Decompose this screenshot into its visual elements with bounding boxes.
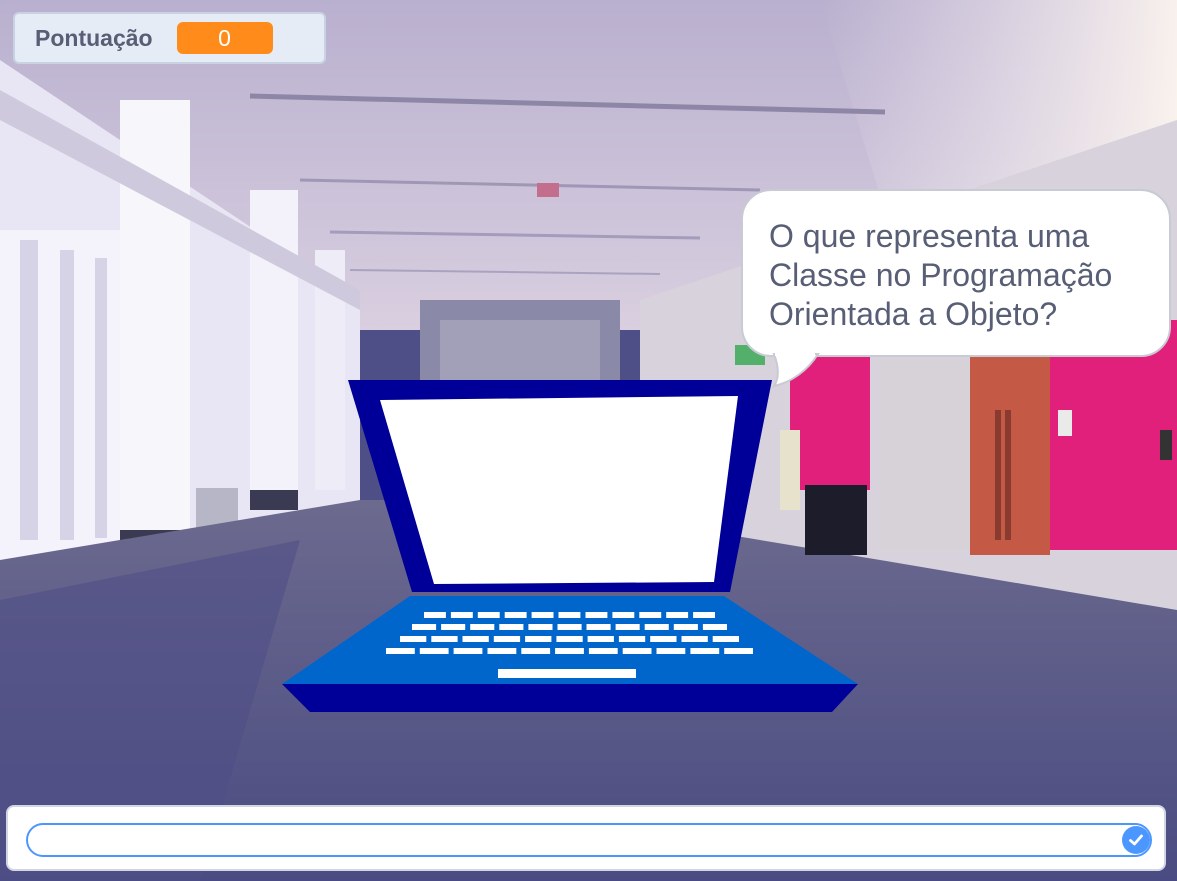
keyboard-key — [587, 636, 614, 642]
keyboard-key — [693, 612, 715, 618]
keyboard-key — [622, 648, 652, 654]
keyboard-key — [644, 624, 669, 630]
keyboard-key — [462, 636, 489, 642]
keyboard-key — [441, 624, 466, 630]
ask-prompt-box — [6, 805, 1166, 871]
keyboard-key — [400, 636, 427, 642]
speech-bubble-text: O que representa uma Classe no Programaç… — [769, 218, 1113, 332]
keyboard-key — [487, 648, 517, 654]
keyboard-key — [470, 624, 495, 630]
keyboard-key — [639, 612, 662, 618]
keyboard-key — [681, 636, 708, 642]
keyboard-key — [612, 612, 635, 618]
answer-input[interactable] — [26, 823, 1152, 857]
keyboard-key — [453, 648, 483, 654]
keyboard-key — [656, 648, 686, 654]
keyboard-key — [386, 648, 415, 654]
keyboard-key — [499, 624, 524, 630]
keyboard-key — [558, 612, 581, 618]
checkmark-icon[interactable] — [1122, 826, 1150, 854]
keyboard-key — [450, 612, 473, 618]
laptop-icon[interactable] — [280, 378, 864, 716]
speech-bubble: O que representa uma Classe no Programaç… — [741, 189, 1171, 357]
keyboard-key — [504, 612, 527, 618]
keyboard-key — [555, 648, 584, 654]
keyboard-key — [419, 648, 449, 654]
keyboard-key — [673, 624, 698, 630]
score-monitor: Pontuação 0 — [13, 12, 326, 64]
keyboard-key — [521, 648, 551, 654]
keyboard-key — [557, 624, 582, 630]
keyboard-key — [528, 624, 553, 630]
keyboard-key — [712, 636, 739, 642]
keyboard-key — [424, 612, 446, 618]
score-label: Pontuação — [35, 24, 153, 51]
keyboard-key — [702, 624, 727, 630]
keyboard-key — [650, 636, 677, 642]
keyboard-key — [493, 636, 521, 642]
stage: Pontuação 0 O que representa uma Classe … — [0, 0, 1177, 881]
keyboard-key — [666, 612, 689, 618]
keyboard-key — [412, 624, 437, 630]
keyboard-key — [477, 612, 500, 618]
keyboard-key — [431, 636, 458, 642]
score-value: 0 — [176, 22, 273, 54]
keyboard-key — [615, 624, 640, 630]
keyboard-key — [618, 636, 646, 642]
keyboard-key — [556, 636, 583, 642]
keyboard-key — [585, 612, 608, 618]
keyboard-key — [531, 612, 554, 618]
keyboard-key — [724, 648, 753, 654]
keyboard-key — [586, 624, 611, 630]
keyboard-key — [525, 636, 552, 642]
keyboard-key — [690, 648, 720, 654]
keyboard-key — [588, 648, 618, 654]
